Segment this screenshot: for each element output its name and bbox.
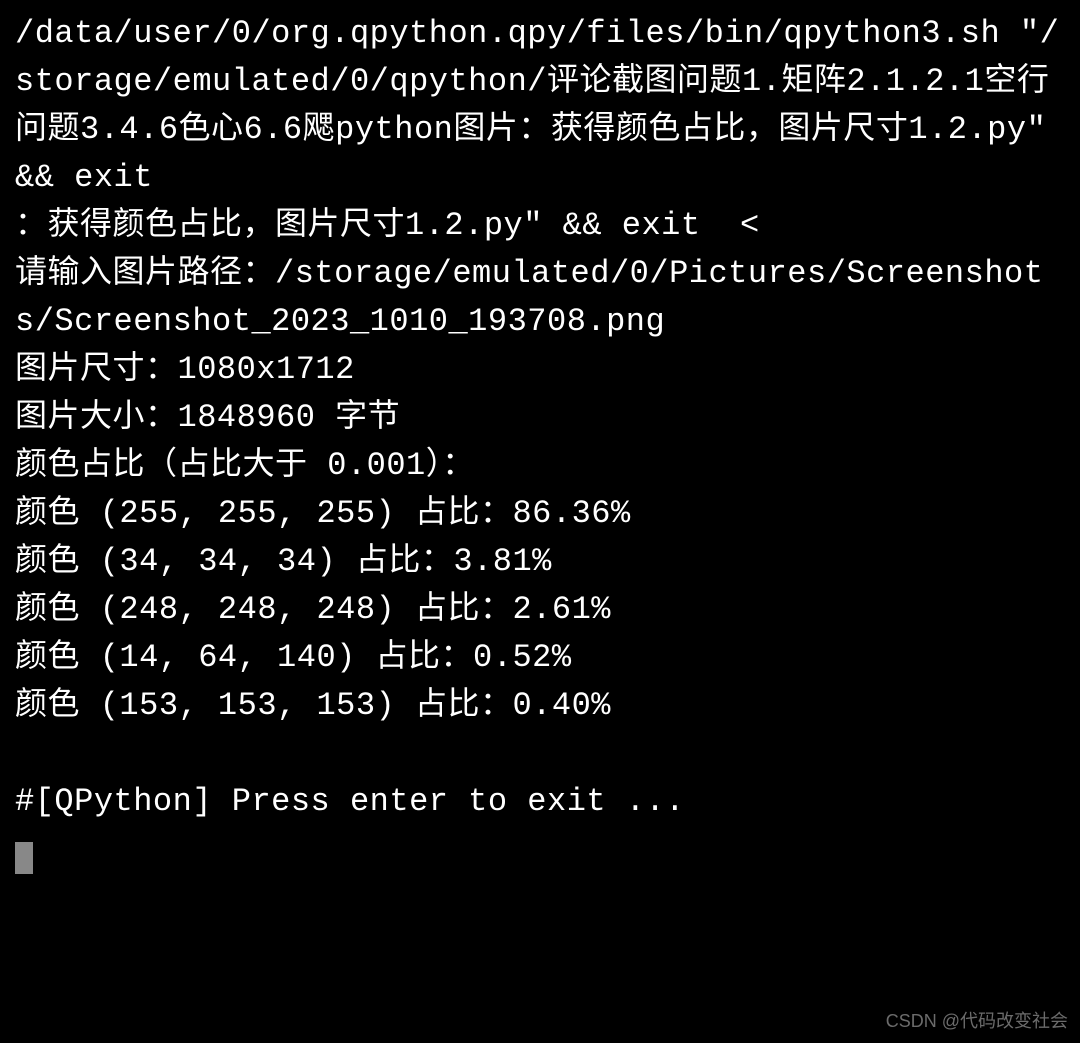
- echo-line: ：获得颜色占比，图片尺寸1.2.py" && exit <: [15, 202, 1065, 250]
- color-line: 颜色 (34, 34, 34) 占比：3.81%: [15, 538, 1065, 586]
- watermark-text: CSDN @代码改变社会: [886, 1008, 1068, 1035]
- color-line: 颜色 (153, 153, 153) 占比：0.40%: [15, 682, 1065, 730]
- cursor-line[interactable]: [15, 826, 1065, 874]
- image-dimensions-line: 图片尺寸：1080x1712: [15, 346, 1065, 394]
- image-size-line: 图片大小：1848960 字节: [15, 394, 1065, 442]
- color-ratio-header: 颜色占比（占比大于 0.001）：: [15, 442, 1065, 490]
- exit-prompt[interactable]: #[QPython] Press enter to exit ...: [15, 778, 1065, 826]
- color-line: 颜色 (14, 64, 140) 占比：0.52%: [15, 634, 1065, 682]
- command-line: /data/user/0/org.qpython.qpy/files/bin/q…: [15, 10, 1065, 202]
- blank-line: [15, 730, 1065, 778]
- cursor-icon: [15, 842, 33, 874]
- input-prompt-line: 请输入图片路径：/storage/emulated/0/Pictures/Scr…: [15, 250, 1065, 346]
- color-line: 颜色 (248, 248, 248) 占比：2.61%: [15, 586, 1065, 634]
- color-line: 颜色 (255, 255, 255) 占比：86.36%: [15, 490, 1065, 538]
